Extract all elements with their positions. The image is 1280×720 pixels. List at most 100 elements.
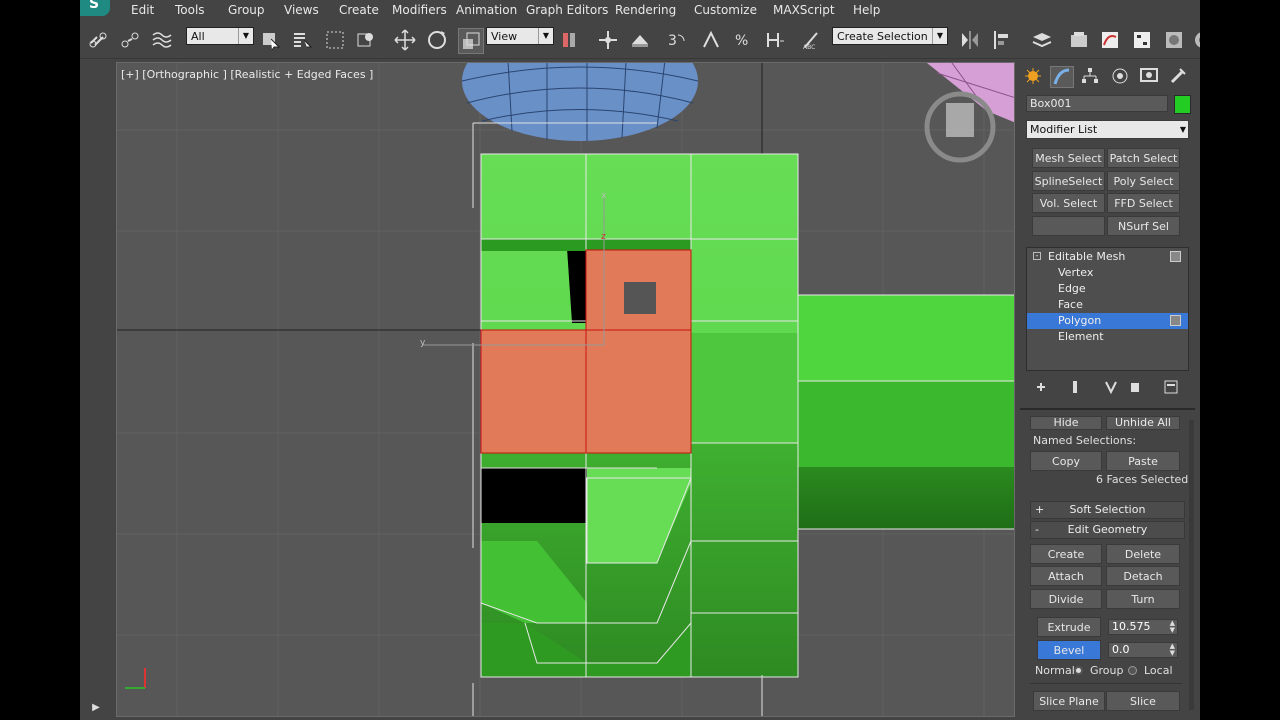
delete-button[interactable]: Delete [1106,544,1180,564]
make-unique-icon[interactable] [1102,378,1120,396]
spinner-arrows-icon[interactable]: ▲ ▼ [1170,643,1175,657]
slice-button[interactable]: Slice [1106,691,1180,711]
object-color-swatch[interactable] [1174,95,1191,114]
manipulate-icon[interactable] [596,28,620,52]
light-bulb-icon[interactable] [1170,315,1181,326]
selection-filter-dropdown[interactable]: All ▼ [186,27,254,45]
hierarchy-tab-icon[interactable] [1079,66,1101,86]
stack-row-element[interactable]: Element [1027,329,1188,345]
normal-local-radio[interactable] [1128,666,1137,675]
move-icon[interactable] [393,28,417,52]
nsurf-sel-button[interactable]: NSurf Sel [1107,216,1180,236]
hide-button[interactable]: Hide [1030,416,1102,430]
pivot-icon[interactable] [558,28,582,52]
spinner-arrows-icon[interactable]: ▲ ▼ [1170,620,1175,634]
modifier-stack[interactable]: - Editable Mesh Vertex Edge Face Polygon… [1026,247,1189,371]
stack-row-face[interactable]: Face [1027,297,1188,313]
viewport-label[interactable]: [+] [Orthographic ] [Realistic + Edged F… [121,68,373,81]
patch-select-button[interactable]: Patch Select [1107,148,1180,168]
menu-rendering[interactable]: Rendering [615,3,676,17]
mirror-icon[interactable] [958,28,982,52]
orthographic-viewport[interactable]: x y z [+] [Orthographic ] [Realistic + E… [116,62,1015,717]
empty-modifier-button[interactable] [1032,216,1105,236]
poly-select-button[interactable]: Poly Select [1107,171,1180,191]
create-button[interactable]: Create [1030,544,1102,564]
edit-selection-sets-icon[interactable]: ABC [800,28,824,52]
stack-row-vertex[interactable]: Vertex [1027,265,1188,281]
modify-tab-icon[interactable] [1050,66,1074,88]
copy-button[interactable]: Copy [1030,451,1102,471]
motion-tab-icon[interactable] [1109,66,1131,86]
render-setup-icon[interactable] [1191,28,1200,52]
utilities-tab-icon[interactable] [1167,66,1189,86]
sphere-object[interactable] [461,63,699,141]
modifier-list-dropdown[interactable]: Modifier List ▼ [1026,120,1189,139]
link-icon[interactable] [86,28,110,52]
menu-graph-editors[interactable]: Graph Editors [526,3,608,17]
menu-help[interactable]: Help [853,3,880,17]
divide-button[interactable]: Divide [1030,589,1102,609]
attach-button[interactable]: Attach [1030,566,1102,586]
edit-geometry-rollout[interactable]: - Edit Geometry [1030,521,1185,539]
select-object-icon[interactable] [258,28,282,52]
ffd-select-button[interactable]: FFD Select [1107,193,1180,213]
rect-region-icon[interactable] [323,28,347,52]
percent-snap-icon[interactable] [699,28,723,52]
create-tab-icon[interactable] [1022,66,1044,86]
play-icon[interactable]: ▶ [88,700,104,716]
menu-group[interactable]: Group [228,3,265,17]
menu-modifiers[interactable]: Modifiers [392,3,447,17]
normal-group-radio[interactable] [1074,666,1083,675]
unhide-all-button[interactable]: Unhide All [1106,416,1180,430]
extrude-spinner[interactable]: 10.575 ▲ ▼ [1108,619,1178,635]
edit-named-sets-icon[interactable] [763,28,787,52]
bevel-spinner[interactable]: 0.0 ▲ ▼ [1108,642,1178,658]
select-by-name-icon[interactable] [290,28,314,52]
named-selection-set-dropdown[interactable]: Create Selection Se ▼ [832,27,948,45]
menu-views[interactable]: Views [284,3,319,17]
menu-customize[interactable]: Customize [694,3,757,17]
object-name-field[interactable]: Box001 [1026,95,1168,112]
menu-animation[interactable]: Animation [456,3,517,17]
mesh-select-button[interactable]: Mesh Select [1032,148,1105,168]
layer-manager-icon[interactable] [1030,28,1054,52]
menu-maxscript[interactable]: MAXScript [773,3,835,17]
curve-editor-icon[interactable] [1098,28,1122,52]
green-box-object[interactable] [472,122,1015,717]
soft-selection-rollout[interactable]: + Soft Selection [1030,501,1185,519]
stack-row-polygon[interactable]: Polygon [1027,313,1188,329]
window-crossing-icon[interactable] [354,28,378,52]
extrude-button[interactable]: Extrude [1037,617,1101,637]
schematic-view-icon[interactable] [1130,28,1154,52]
scale-icon[interactable] [458,28,484,54]
app-logo-icon[interactable]: S [80,0,110,16]
spinner-snap-icon[interactable]: % [731,28,755,52]
rotate-icon[interactable] [425,28,449,52]
stack-row-edge[interactable]: Edge [1027,281,1188,297]
spline-select-button[interactable]: SplineSelect [1032,171,1105,191]
snap-toggle-icon[interactable] [628,28,652,52]
remove-modifier-icon[interactable] [1126,378,1144,396]
menu-create[interactable]: Create [339,3,379,17]
material-editor-icon[interactable] [1162,28,1186,52]
show-end-result-icon[interactable] [1066,378,1084,396]
menu-tools[interactable]: Tools [175,3,205,17]
detach-button[interactable]: Detach [1106,566,1180,586]
unlink-icon[interactable] [118,28,142,52]
light-bulb-icon[interactable] [1170,251,1181,262]
vol-select-button[interactable]: Vol. Select [1032,193,1105,213]
collapse-icon[interactable]: - [1033,252,1041,260]
menu-edit[interactable]: Edit [131,3,154,17]
stack-row-root[interactable]: - Editable Mesh [1027,249,1188,265]
align-icon[interactable] [990,28,1014,52]
bevel-button[interactable]: Bevel [1037,640,1101,660]
graphite-ribbon-icon[interactable] [1067,28,1091,52]
panel-scrollbar[interactable] [1189,420,1194,710]
display-tab-icon[interactable] [1138,66,1160,86]
configure-modifier-sets-icon[interactable] [1162,378,1180,396]
turn-button[interactable]: Turn [1106,589,1180,609]
angle-snap-icon[interactable]: 3 [665,28,689,52]
pin-stack-icon[interactable] [1032,378,1050,396]
reference-coordinate-dropdown[interactable]: View ▼ [486,27,554,45]
paste-button[interactable]: Paste [1106,451,1180,471]
